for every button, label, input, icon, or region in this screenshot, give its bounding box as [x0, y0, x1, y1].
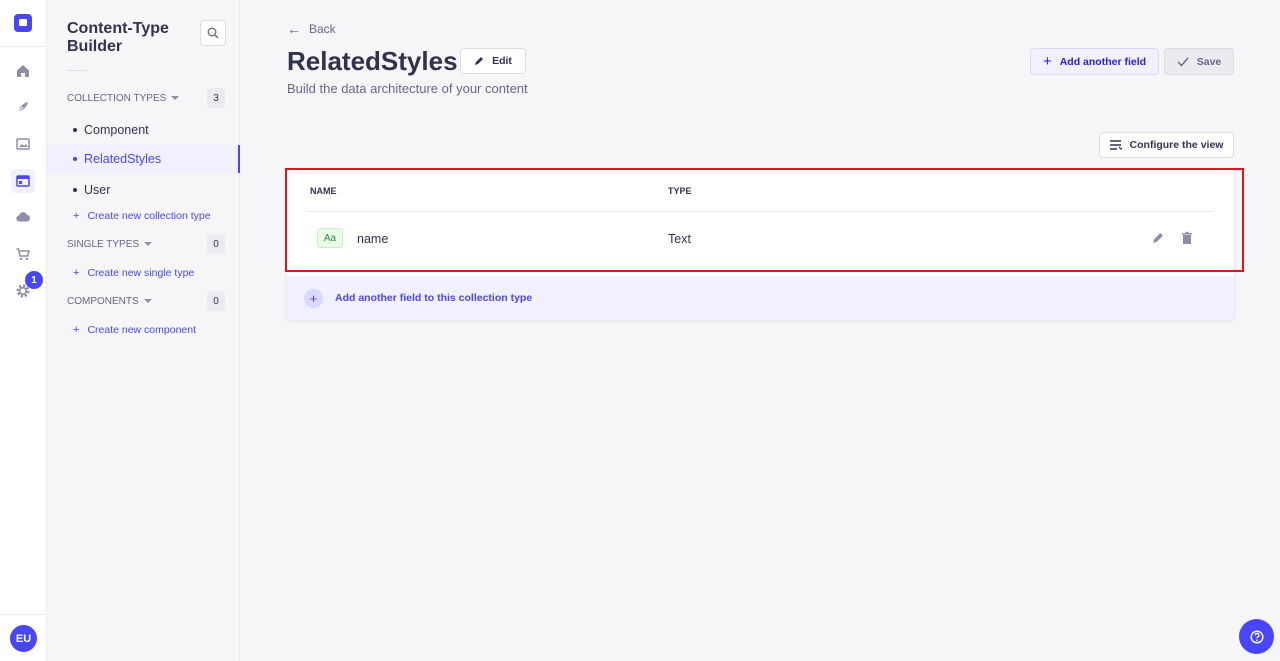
- text-type-icon: Aa: [317, 228, 343, 248]
- plus-icon: +: [1042, 53, 1052, 70]
- search-icon: [207, 27, 219, 39]
- plus-circle-icon: +: [304, 288, 323, 308]
- subnav-search-button[interactable]: [200, 20, 226, 46]
- column-header-name: NAME: [310, 186, 337, 196]
- rail-divider: [0, 46, 47, 47]
- field-type: Text: [668, 232, 691, 246]
- plus-icon: +: [73, 267, 80, 279]
- add-another-field-button[interactable]: + Add another field: [1030, 48, 1159, 75]
- column-header-type: TYPE: [668, 186, 692, 196]
- components-header[interactable]: COMPONENTS 0: [67, 291, 225, 311]
- sidebar-item-label: User: [84, 183, 111, 197]
- bullet-icon: [73, 157, 77, 161]
- sidebar-item-relatedstyles[interactable]: RelatedStyles: [47, 145, 240, 173]
- user-avatar[interactable]: EU: [10, 625, 37, 652]
- strapi-logo-icon[interactable]: [14, 14, 32, 32]
- sidebar-item-component[interactable]: Component: [47, 116, 240, 144]
- page-title: RelatedStyles: [287, 46, 458, 76]
- content-type-builder-icon[interactable]: [11, 169, 35, 193]
- media-library-icon[interactable]: [11, 132, 35, 156]
- content-manager-icon[interactable]: [11, 95, 35, 119]
- single-types-header[interactable]: SINGLE TYPES 0: [67, 234, 225, 254]
- main-nav-rail: 1 EU: [0, 0, 47, 661]
- pencil-icon[interactable]: [1151, 231, 1165, 245]
- create-collection-type-link[interactable]: + Create new collection type: [73, 210, 211, 222]
- collection-types-count: 3: [207, 88, 225, 108]
- components-count: 0: [207, 291, 225, 311]
- settings-notification-badge: 1: [25, 271, 43, 289]
- chevron-down-icon: [171, 96, 180, 100]
- subnav-title: Content-Type Builder: [67, 20, 169, 55]
- collection-types-label: COLLECTION TYPES: [67, 92, 167, 104]
- save-label: Save: [1196, 55, 1222, 68]
- page-subtitle: Build the data architecture of your cont…: [287, 81, 528, 96]
- save-button[interactable]: Save: [1164, 48, 1234, 75]
- arrow-left-icon: ←: [287, 21, 301, 37]
- trash-icon[interactable]: [1180, 231, 1194, 245]
- create-collection-type-label: Create new collection type: [87, 210, 211, 222]
- sidebar-item-user[interactable]: User: [47, 176, 240, 204]
- chevron-down-icon: [143, 299, 152, 303]
- configure-view-label: Configure the view: [1129, 139, 1224, 151]
- back-link[interactable]: ← Back: [287, 21, 336, 37]
- create-single-type-label: Create new single type: [87, 267, 195, 279]
- fields-table: NAME TYPE Aa name Text + Add another fie…: [287, 170, 1234, 320]
- create-single-type-link[interactable]: + Create new single type: [73, 267, 194, 279]
- bullet-icon: [73, 128, 77, 132]
- configure-view-button[interactable]: Configure the view: [1099, 132, 1234, 158]
- plus-icon: +: [73, 324, 80, 336]
- plus-icon: +: [73, 210, 80, 222]
- field-name: name: [357, 232, 389, 246]
- collection-types-header[interactable]: COLLECTION TYPES 3: [67, 88, 225, 108]
- cloud-icon[interactable]: [11, 205, 35, 229]
- edit-label: Edit: [492, 55, 512, 67]
- sidebar-item-label: RelatedStyles: [84, 152, 162, 166]
- edit-button[interactable]: Edit: [460, 48, 526, 74]
- create-component-label: Create new component: [87, 324, 197, 336]
- marketplace-icon[interactable]: [11, 242, 35, 266]
- add-field-to-collection-label: Add another field to this collection typ…: [335, 292, 533, 304]
- subnav-divider: [67, 70, 87, 71]
- components-label: COMPONENTS: [67, 295, 139, 307]
- check-icon: [1177, 57, 1189, 67]
- chevron-down-icon: [144, 242, 153, 246]
- help-button[interactable]: [1239, 619, 1274, 654]
- back-label: Back: [309, 22, 336, 36]
- single-types-label: SINGLE TYPES: [67, 238, 140, 250]
- single-types-count: 0: [207, 234, 225, 254]
- content-type-builder-subnav: Content-Type Builder COLLECTION TYPES 3 …: [47, 0, 240, 661]
- home-icon[interactable]: [11, 59, 35, 83]
- add-field-label: Add another field: [1059, 55, 1147, 68]
- bullet-icon: [73, 188, 77, 192]
- list-settings-icon: [1109, 140, 1122, 150]
- sidebar-item-label: Component: [84, 123, 149, 137]
- create-component-link[interactable]: + Create new component: [73, 324, 196, 336]
- table-row[interactable]: Aa name Text: [287, 212, 1234, 264]
- rail-bottom-divider: [0, 614, 47, 615]
- add-field-to-collection-button[interactable]: + Add another field to this collection t…: [287, 276, 1234, 320]
- pencil-icon: [475, 57, 484, 65]
- question-circle-icon: [1249, 629, 1264, 644]
